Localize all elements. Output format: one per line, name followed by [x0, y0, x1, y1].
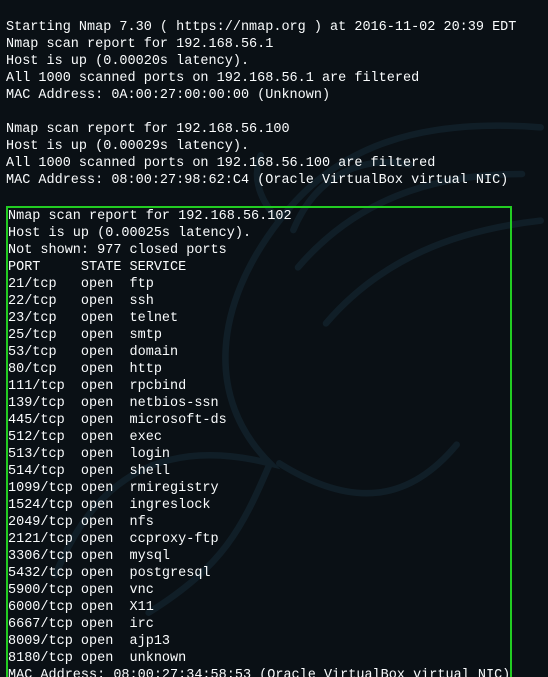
scan-table-text: Nmap scan report for 192.168.56.102 Host…: [8, 208, 510, 677]
host-up-line: Host is up (0.00029s latency).: [6, 139, 249, 154]
ports-filtered-line: All 1000 scanned ports on 192.168.56.100…: [6, 156, 435, 171]
host-up-line: Host is up (0.00020s latency).: [6, 54, 249, 69]
terminal-output: Starting Nmap 7.30 ( https://nmap.org ) …: [0, 0, 548, 677]
mac-address-line: MAC Address: 08:00:27:98:62:C4 (Oracle V…: [6, 173, 508, 188]
scan-report-line: Nmap scan report for 192.168.56.1: [6, 37, 273, 52]
nmap-start-line: Starting Nmap 7.30 ( https://nmap.org ) …: [6, 20, 516, 35]
mac-address-line: MAC Address: 0A:00:27:00:00:00 (Unknown): [6, 88, 330, 103]
highlighted-scan-block: Nmap scan report for 192.168.56.102 Host…: [6, 206, 512, 677]
ports-filtered-line: All 1000 scanned ports on 192.168.56.1 a…: [6, 71, 419, 86]
scan-report-line: Nmap scan report for 192.168.56.100: [6, 122, 290, 137]
